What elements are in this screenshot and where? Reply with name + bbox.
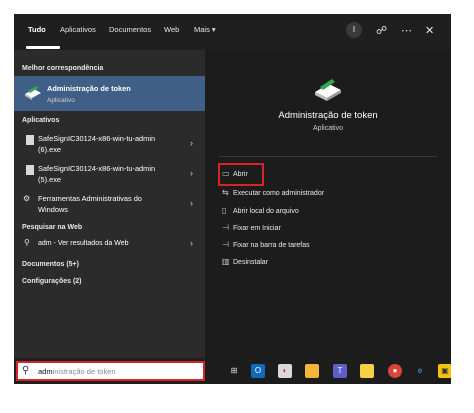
token-admin-large-icon <box>315 79 341 101</box>
detail-subtitle: Aplicativo <box>313 125 343 132</box>
apps-heading: Aplicativos <box>22 117 60 124</box>
tab-all[interactable]: Tudo <box>28 25 46 34</box>
tab-documents[interactable]: Documentos <box>109 25 151 34</box>
action-pin-start[interactable]: Fixar em Iniciar <box>233 225 281 232</box>
app-item-line1: SafeSignIC30124-x86-win-tu-admin <box>38 164 156 173</box>
list-item[interactable]: SafeSignIC30124-x86-win-tu-admin (5).exe… <box>14 160 205 190</box>
run-as-admin-icon: ⇆ <box>222 188 229 197</box>
close-icon[interactable]: ✕ <box>425 24 434 37</box>
tab-apps[interactable]: Aplicativos <box>60 25 96 34</box>
detail-title: Administração de token <box>278 110 378 121</box>
security-icon[interactable]: ▣ <box>438 364 451 378</box>
file-explorer-icon[interactable] <box>305 364 319 378</box>
settings-heading[interactable]: Configurações (2) <box>22 278 82 285</box>
app-item-line1: Ferramentas Administrativas do <box>38 194 142 203</box>
windows-search-window: Tudo Aplicativos Documentos Web Mais ▾ I… <box>14 14 451 384</box>
chevron-right-icon[interactable]: › <box>190 238 193 248</box>
divider <box>219 156 437 157</box>
web-result-item[interactable]: ⚲ adm - Ver resultados da Web › <box>14 236 205 254</box>
search-typed-text: adm <box>38 367 53 376</box>
app-item-line2: Windows <box>38 205 68 214</box>
account-avatar[interactable]: I <box>346 22 362 38</box>
best-match-heading: Melhor correspondência <box>22 65 104 72</box>
search-input[interactable]: ⚲ administração de token <box>16 361 205 381</box>
list-item[interactable]: ⚙ Ferramentas Administrativas do Windows… <box>14 190 205 220</box>
trash-icon: ▥ <box>222 257 230 266</box>
search-tab-bar: Tudo Aplicativos Documentos Web Mais ▾ I… <box>14 14 451 50</box>
chevron-right-icon[interactable]: › <box>190 198 193 208</box>
pin-icon: ⊣ <box>222 240 229 249</box>
action-open[interactable]: Abrir <box>233 171 248 178</box>
app-item-line2: (6).exe <box>38 145 62 154</box>
results-panel: Melhor correspondência Administração de … <box>14 50 205 358</box>
action-pin-taskbar[interactable]: Fixar na barra de tarefas <box>233 242 310 249</box>
tab-more[interactable]: Mais ▾ <box>194 25 216 34</box>
documents-heading[interactable]: Documentos (5+) <box>22 261 79 268</box>
action-uninstall[interactable]: Desinstalar <box>233 259 268 266</box>
exe-file-icon <box>26 135 34 145</box>
search-autocomplete-text: inistração de token <box>52 367 116 376</box>
action-open-file-location[interactable]: Abrir local do arquivo <box>233 208 299 215</box>
open-icon: ▭ <box>222 169 230 178</box>
admin-tools-icon: ⚙ <box>23 194 31 203</box>
more-options-icon[interactable]: ⋯ <box>401 24 412 37</box>
web-result-text: adm - Ver resultados da Web <box>38 240 129 247</box>
token-admin-icon <box>25 86 41 100</box>
best-match-title: Administração de token <box>47 84 131 93</box>
app-item-line2: (5).exe <box>38 175 62 184</box>
app-item-line1: SafeSignIC30124-x86-win-tu-admin <box>38 134 156 143</box>
search-query: administração de token <box>38 367 116 376</box>
edge-icon[interactable]: e <box>413 364 427 378</box>
chevron-right-icon[interactable]: › <box>190 138 193 148</box>
chrome-icon[interactable]: ● <box>388 364 402 378</box>
exe-file-icon <box>26 165 34 175</box>
taskbar: ⊞ O ◐ T ● e ▣ <box>205 358 451 384</box>
detail-panel: Administração de token Aplicativo ▭ Abri… <box>205 50 451 358</box>
outlook-icon[interactable]: O <box>251 364 265 378</box>
search-icon: ⚲ <box>24 238 30 247</box>
photos-icon[interactable]: ◐ <box>278 364 292 378</box>
list-item[interactable]: SafeSignIC30124-x86-win-tu-admin (6).exe… <box>14 130 205 160</box>
feedback-icon[interactable]: ☍ <box>376 24 387 37</box>
sticky-notes-icon[interactable] <box>360 364 374 378</box>
action-run-as-admin[interactable]: Executar como administrador <box>233 190 324 197</box>
tab-web[interactable]: Web <box>164 25 179 34</box>
chevron-right-icon[interactable]: › <box>190 168 193 178</box>
best-match-item[interactable]: Administração de token Aplicativo <box>14 76 205 111</box>
active-tab-indicator <box>26 46 60 49</box>
best-match-subtitle: Aplicativo <box>47 97 75 104</box>
folder-icon: ▯ <box>222 206 227 215</box>
search-icon: ⚲ <box>22 365 30 376</box>
pin-icon: ⊣ <box>222 223 229 232</box>
web-heading: Pesquisar na Web <box>22 224 83 231</box>
teams-icon[interactable]: T <box>333 364 347 378</box>
task-view-icon[interactable]: ⊞ <box>227 364 241 378</box>
